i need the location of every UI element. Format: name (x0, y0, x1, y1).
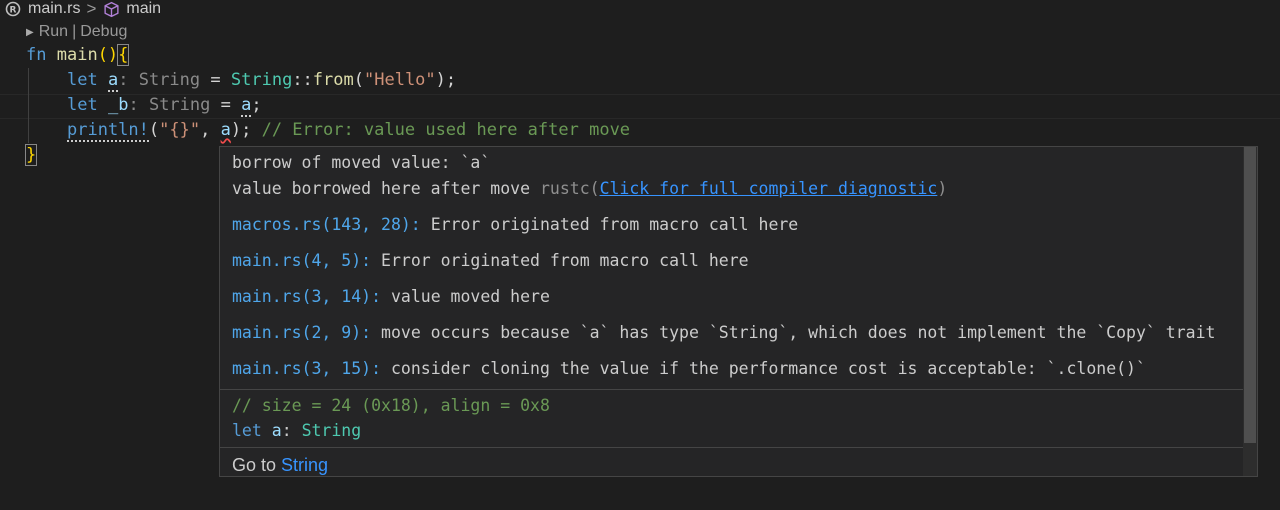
related-item: main.rs(4, 5): Error originated from mac… (232, 251, 749, 270)
rust-file-icon: R (4, 0, 22, 18)
error-source: rustc (539, 179, 590, 198)
breadcrumb-symbol[interactable]: main (126, 0, 161, 18)
related-location-link[interactable]: main.rs(3, 15): (232, 359, 381, 378)
related-location-link[interactable]: macros.rs(143, 28): (232, 215, 421, 234)
error-detail: value borrowed here after move (232, 179, 531, 198)
related-location-link[interactable]: main.rs(4, 5): (232, 251, 371, 270)
goto-row: Go to String (232, 453, 328, 477)
error-detail-row: value borrowed here after move rustc(Cli… (232, 179, 948, 198)
error-title: borrow of moved value: `a` (232, 153, 491, 172)
hover-scrollbar[interactable] (1243, 147, 1257, 476)
related-location-link[interactable]: main.rs(3, 14): (232, 287, 381, 306)
scrollbar-thumb[interactable] (1244, 147, 1256, 443)
full-diagnostic-link[interactable]: Click for full compiler diagnostic (600, 179, 938, 198)
codelens-run[interactable]: Run (39, 23, 68, 41)
code-line-1: fn main(){ (26, 44, 130, 66)
code-line-5: } (24, 144, 38, 166)
codelens-debug[interactable]: Debug (80, 23, 127, 41)
code-line-2: let a: String = String::from("Hello"); (67, 70, 457, 92)
hover-separator (220, 447, 1245, 448)
size-comment: // size = 24 (0x18), align = 0x8 (232, 396, 550, 415)
goto-type-link[interactable]: String (281, 455, 328, 475)
codelens-divider: | (72, 23, 77, 40)
indent-guide (28, 68, 29, 143)
cube-icon (102, 0, 120, 18)
goto-label: Go to (232, 455, 277, 475)
codelens: ▶ Run | Debug (26, 22, 127, 42)
code-line-4: println!("{}", a); // Error: value used … (67, 120, 631, 142)
related-item: macros.rs(143, 28): Error originated fro… (232, 215, 799, 234)
code-line-3: let _b: String = a; (67, 95, 262, 117)
related-location-link[interactable]: main.rs(2, 9): (232, 323, 371, 342)
declaration: let a: String (232, 421, 362, 440)
breadcrumb: R main.rs > main (0, 0, 161, 18)
svg-text:R: R (10, 6, 17, 16)
breadcrumb-separator: > (86, 0, 97, 18)
breadcrumb-file[interactable]: main.rs (28, 0, 80, 18)
related-item: main.rs(2, 9): move occurs because `a` h… (232, 323, 1216, 342)
hover-separator (220, 389, 1245, 390)
related-item: main.rs(3, 15): consider cloning the val… (232, 359, 1146, 378)
hover-popup[interactable]: borrow of moved value: `a` value borrowe… (219, 146, 1258, 477)
related-item: main.rs(3, 14): value moved here (232, 287, 550, 306)
run-triangle-icon: ▶ (26, 26, 34, 38)
error-squiggle: a (220, 120, 231, 140)
